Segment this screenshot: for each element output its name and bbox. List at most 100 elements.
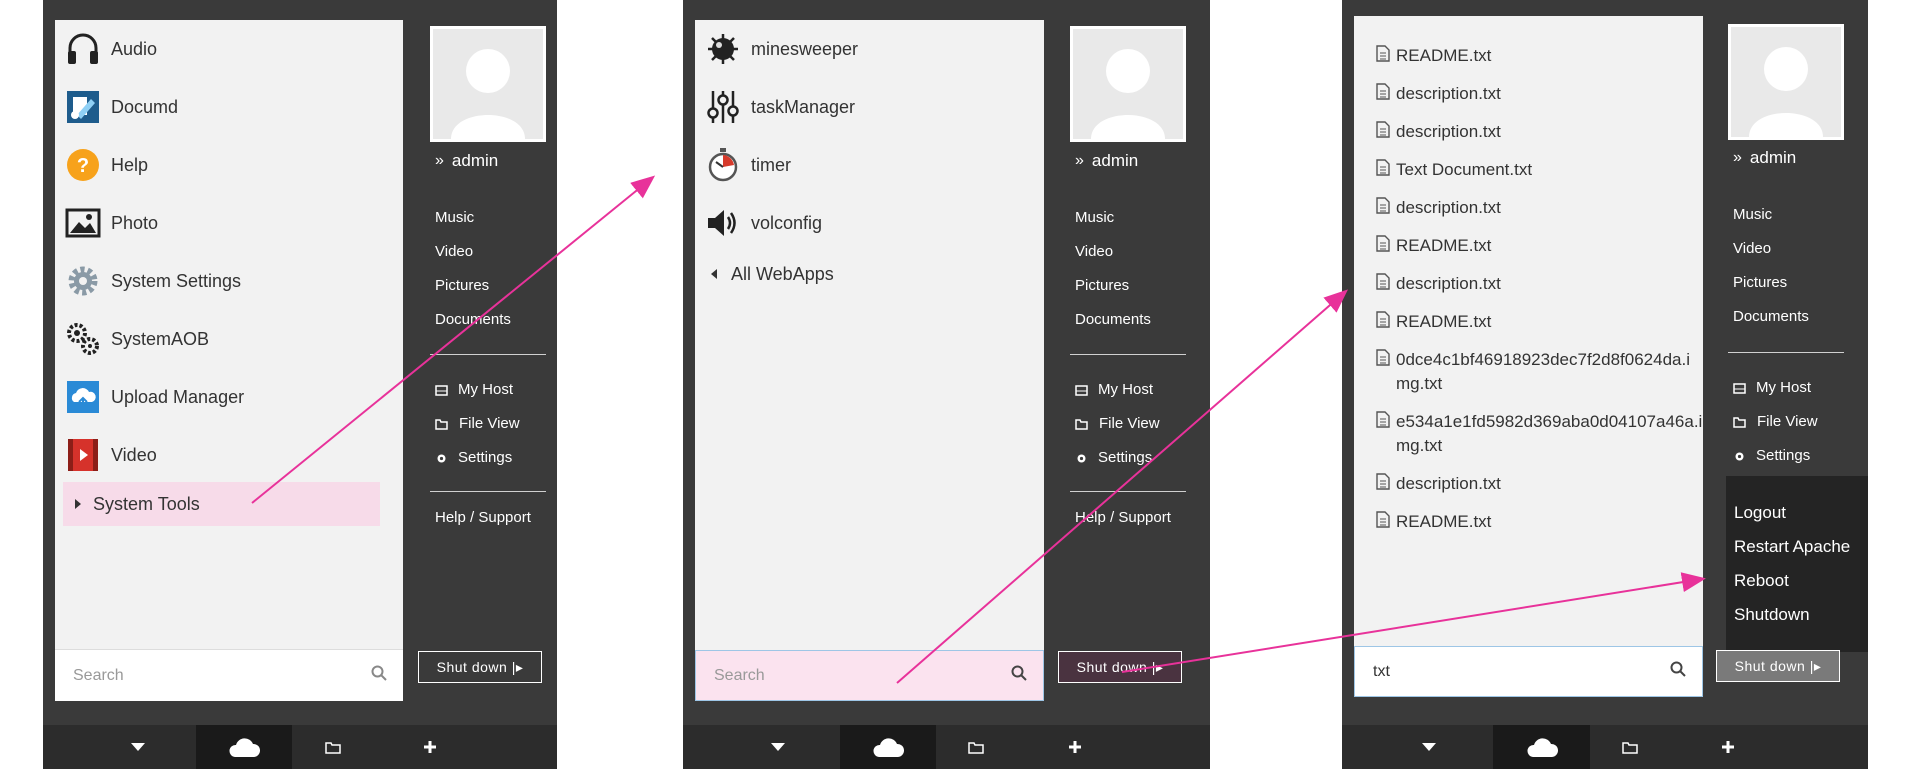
link-music[interactable]: Music [435, 201, 511, 235]
app-item-minesweeper[interactable]: minesweeper [695, 20, 1044, 78]
file-result-item[interactable]: Text Document.txt [1354, 150, 1703, 188]
search-box[interactable]: txt [1354, 646, 1703, 697]
caret-right-icon [75, 499, 81, 509]
username[interactable]: » admin [435, 151, 498, 171]
file-result-item[interactable]: README.txt [1354, 226, 1703, 264]
file-text-icon [1376, 197, 1390, 214]
taskbar-cloud-button[interactable] [1493, 725, 1590, 769]
app-item-taskmanager[interactable]: taskManager [695, 78, 1044, 136]
link-music[interactable]: Music [1075, 201, 1151, 235]
chevron-double-right-icon: » [1733, 149, 1742, 166]
file-result-item[interactable]: description.txt [1354, 112, 1703, 150]
search-input[interactable]: Search [714, 667, 1011, 685]
file-result-item[interactable]: description.txt [1354, 264, 1703, 302]
folder-system-tools[interactable]: System Tools [63, 482, 380, 526]
back-all-webapps[interactable]: All WebApps [695, 252, 1044, 296]
app-label: timer [751, 154, 791, 175]
shutdown-button[interactable]: Shut down |▸ [1058, 651, 1182, 683]
search-box[interactable]: Search [55, 649, 403, 701]
shutdown-button[interactable]: Shut down |▸ [418, 651, 542, 683]
taskbar-folder-button[interactable] [298, 725, 368, 769]
photo-icon [65, 205, 101, 241]
app-item-timer[interactable]: timer [695, 136, 1044, 194]
app-item-help[interactable]: ? Help [55, 136, 403, 194]
link-music[interactable]: Music [1733, 198, 1809, 232]
app-item-system-settings[interactable]: System Settings [55, 252, 403, 310]
app-item-systemaob[interactable]: SystemAOB [55, 310, 403, 368]
username[interactable]: » admin [1075, 151, 1138, 171]
app-item-photo[interactable]: Photo [55, 194, 403, 252]
link-settings[interactable]: Settings [1075, 441, 1160, 475]
file-result-item[interactable]: description.txt [1354, 188, 1703, 226]
search-icon[interactable] [371, 665, 387, 686]
caret-left-icon [711, 269, 717, 279]
link-pictures[interactable]: Pictures [1075, 269, 1151, 303]
file-result-item[interactable]: README.txt [1354, 502, 1703, 540]
power-logout[interactable]: Logout [1726, 496, 1868, 530]
app-item-volconfig[interactable]: volconfig [695, 194, 1044, 252]
app-label: Photo [111, 212, 159, 233]
taskbar-add-button[interactable] [1040, 725, 1110, 769]
search-box[interactable]: Search [695, 650, 1044, 701]
app-item-documd[interactable]: Documd [55, 78, 403, 136]
file-result-item[interactable]: README.txt [1354, 302, 1703, 340]
link-my-host[interactable]: My Host [435, 373, 520, 407]
link-video[interactable]: Video [1075, 235, 1151, 269]
taskbar-folder-button[interactable] [941, 725, 1011, 769]
file-result-item[interactable]: description.txt [1354, 74, 1703, 112]
link-documents[interactable]: Documents [1075, 303, 1151, 337]
cloud-icon [229, 738, 260, 757]
search-input[interactable]: txt [1373, 663, 1670, 681]
taskbar-add-button[interactable] [1693, 725, 1763, 769]
taskbar-menu-button[interactable] [103, 725, 173, 769]
link-pictures[interactable]: Pictures [435, 269, 511, 303]
file-result-item[interactable]: e534a1e1fd5982d369aba0d04107a46a.img.txt [1354, 402, 1703, 464]
app-item-audio[interactable]: Audio [55, 20, 403, 78]
file-result-item[interactable]: README.txt [1354, 36, 1703, 74]
link-help-support[interactable]: Help / Support [1075, 509, 1171, 526]
file-name: README.txt [1396, 312, 1492, 331]
link-settings[interactable]: Settings [435, 441, 520, 475]
taskbar-add-button[interactable] [395, 725, 465, 769]
plus-icon [1722, 741, 1734, 753]
search-icon[interactable] [1670, 661, 1686, 682]
taskbar-folder-button[interactable] [1595, 725, 1665, 769]
power-reboot[interactable]: Reboot [1726, 564, 1868, 598]
link-help-support[interactable]: Help / Support [435, 509, 531, 526]
link-settings[interactable]: Settings [1733, 439, 1818, 473]
link-video[interactable]: Video [435, 235, 511, 269]
file-result-item[interactable]: description.txt [1354, 464, 1703, 502]
avatar[interactable] [430, 26, 546, 142]
taskbar-menu-button[interactable] [743, 725, 813, 769]
link-documents[interactable]: Documents [1733, 300, 1809, 334]
link-my-host[interactable]: My Host [1733, 371, 1818, 405]
taskbar-cloud-button[interactable] [196, 725, 292, 769]
power-shutdown[interactable]: Shutdown [1726, 598, 1868, 632]
search-icon[interactable] [1011, 665, 1027, 686]
username[interactable]: » admin [1733, 148, 1796, 168]
link-file-view[interactable]: File View [1075, 407, 1160, 441]
shutdown-button[interactable]: Shut down |▸ [1716, 650, 1840, 682]
link-video[interactable]: Video [1733, 232, 1809, 266]
avatar[interactable] [1070, 26, 1186, 142]
library-links: Music Video Pictures Documents [1075, 201, 1151, 337]
plus-icon [424, 741, 436, 753]
power-restart-apache[interactable]: Restart Apache [1726, 530, 1868, 564]
app-label: SystemAOB [111, 328, 210, 349]
app-item-upload-manager[interactable]: Upload Manager [55, 368, 403, 426]
link-file-view[interactable]: File View [1733, 405, 1818, 439]
app-item-video[interactable]: Video [55, 426, 403, 484]
app-label: System Settings [111, 270, 242, 291]
search-input[interactable]: Search [73, 667, 371, 685]
app-label: Help [111, 154, 149, 175]
link-documents[interactable]: Documents [435, 303, 511, 337]
file-result-item[interactable]: 0dce4c1bf46918923dec7f2d8f0624da.img.txt [1354, 340, 1703, 402]
taskbar [43, 725, 557, 769]
link-my-host[interactable]: My Host [1075, 373, 1160, 407]
link-file-view[interactable]: File View [435, 407, 520, 441]
drive-icon [435, 384, 448, 396]
taskbar-menu-button[interactable] [1394, 725, 1464, 769]
link-pictures[interactable]: Pictures [1733, 266, 1809, 300]
taskbar-cloud-button[interactable] [840, 725, 936, 769]
avatar[interactable] [1728, 24, 1844, 140]
